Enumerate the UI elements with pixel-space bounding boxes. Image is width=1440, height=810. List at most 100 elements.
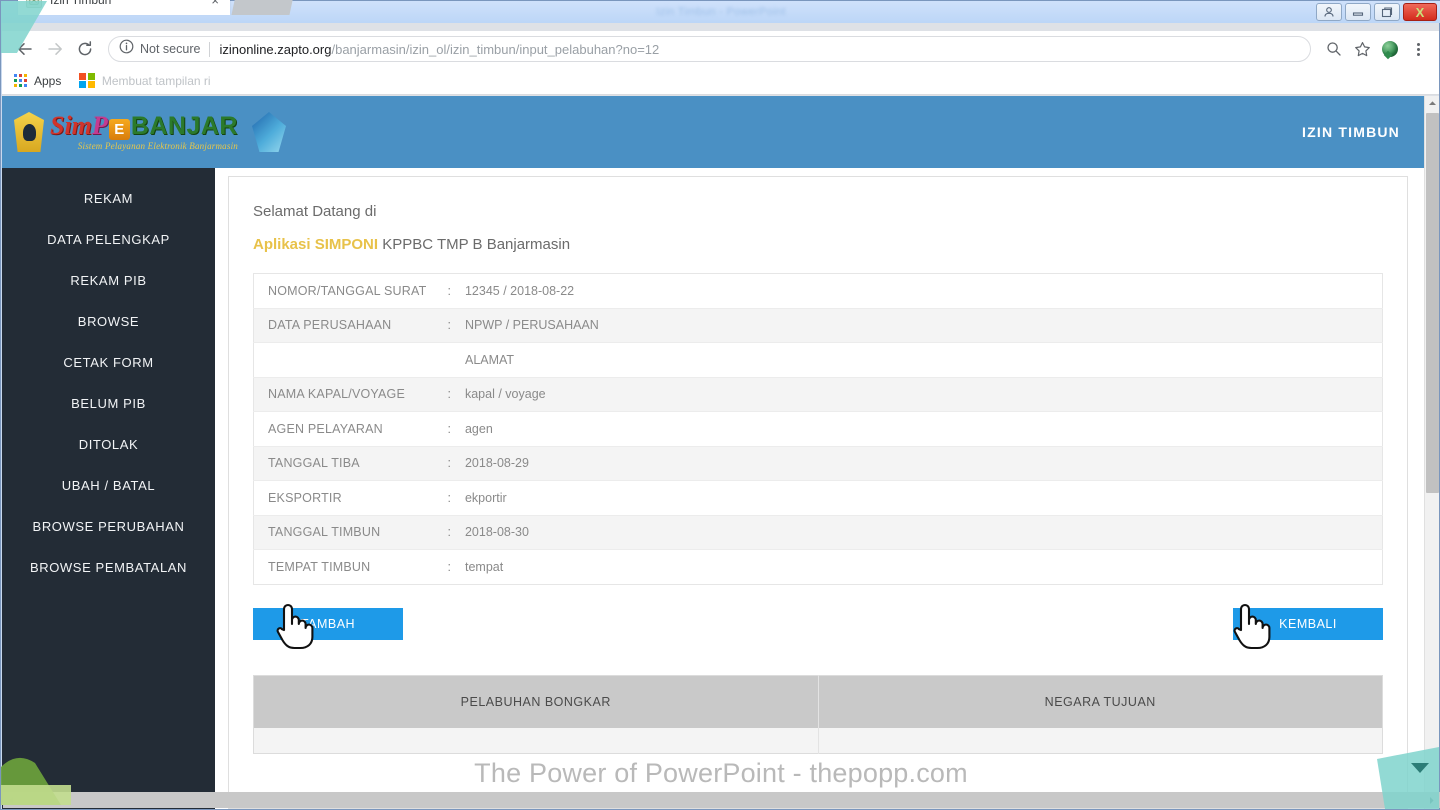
info-circle-icon[interactable] xyxy=(119,39,135,59)
row-value: 2018-08-29 xyxy=(450,445,1383,481)
sidebar-item-label: REKAM PIB xyxy=(70,273,147,288)
kembali-button[interactable]: KEMBALI xyxy=(1233,607,1383,640)
secondary-emblem-icon xyxy=(252,112,286,152)
globe-extension-icon[interactable] xyxy=(1377,36,1403,62)
sidebar-item-label: UBAH / BATAL xyxy=(61,478,156,493)
tab-title: Izin Timbun xyxy=(50,0,112,7)
sidebar-item-browse-pembatalan[interactable]: BROWSE PEMBATALAN xyxy=(2,547,215,588)
scroll-up-arrow-icon[interactable] xyxy=(1425,96,1439,111)
tambah-button[interactable]: TAMBAH xyxy=(253,607,403,640)
url-host: izinonline.zapto.org xyxy=(219,41,332,57)
scroll-right-arrow-icon[interactable] xyxy=(1423,792,1440,808)
page-scrollbar[interactable] xyxy=(1424,96,1439,809)
row-value: 12345 / 2018-08-22 xyxy=(464,283,575,298)
welcome-line: Selamat Datang di xyxy=(253,203,377,220)
row-label: EKSPORTIR xyxy=(253,480,434,515)
forward-button[interactable] xyxy=(40,34,70,64)
sidebar-item-label: DITOLAK xyxy=(78,437,139,452)
browser-window: Izin Timbun × Not secure izinonline.zapt… xyxy=(2,0,1440,809)
app-name-rest: KPPBC TMP B Banjarmasin xyxy=(378,236,571,253)
scroll-left-arrow-icon[interactable] xyxy=(3,792,20,808)
reload-button[interactable] xyxy=(70,34,100,64)
row-colon: : xyxy=(433,445,451,481)
cell-negara-tujuan xyxy=(818,728,1383,753)
table-row: TEMPAT TIMBUN : tempat xyxy=(253,549,1383,584)
browser-tabstrip: Izin Timbun × xyxy=(2,0,1439,31)
row-colon: : xyxy=(433,307,451,343)
sidebar-item-cetak-form[interactable]: CETAK FORM xyxy=(2,342,215,383)
row-label xyxy=(253,342,434,377)
row-value: ekportir xyxy=(450,480,1383,515)
table-row: EKSPORTIR : ekportir xyxy=(253,480,1383,515)
row-colon: : xyxy=(433,549,451,584)
row-colon: : xyxy=(433,514,451,550)
sidebar-item-rekam-pib[interactable]: REKAM PIB xyxy=(2,260,215,301)
sidebar-item-ditolak[interactable]: DITOLAK xyxy=(2,424,215,465)
row-colon: : xyxy=(433,376,451,412)
tab-strip-background xyxy=(231,0,295,15)
sidebar-item-browse[interactable]: BROWSE xyxy=(2,301,215,342)
table-header-row: PELABUHAN BONGKAR NEGARA TUJUAN xyxy=(253,675,1383,728)
close-tab-icon[interactable]: × xyxy=(208,0,222,8)
logo-text-e: E xyxy=(108,119,130,140)
bookmark-item[interactable]: Membuat tampilan ri xyxy=(79,72,211,89)
three-dot-menu-icon[interactable] xyxy=(1405,36,1431,62)
address-bar[interactable]: Not secure izinonline.zapto.org/banjarma… xyxy=(108,36,1311,62)
search-icon[interactable] xyxy=(1321,36,1347,62)
security-status-label: Not secure xyxy=(140,42,201,56)
cell-pelabuhan-bongkar xyxy=(253,728,819,753)
app-logo[interactable]: Sim P E BANJAR Sistem Pelayanan Elektronik … xyxy=(14,112,286,152)
table-row: AGEN PELAYARAN : agen xyxy=(253,411,1383,446)
sidebar-item-browse-perubahan[interactable]: BROWSE PERUBAHAN xyxy=(2,506,215,547)
app-name-highlight: Aplikasi SIMPONI xyxy=(253,236,379,253)
sidebar-item-label: DATA PELENGKAP xyxy=(47,232,170,247)
logo-subtitle: Sistem Pelayanan Elektronik Banjarmasin xyxy=(77,141,238,151)
apps-shortcut[interactable]: Apps xyxy=(14,74,61,88)
horizontal-scrollbar[interactable] xyxy=(3,792,1440,808)
row-value: agen xyxy=(450,411,1383,446)
logo-text-banjar: BANJAR xyxy=(130,112,238,140)
sidebar-item-label: BELUM PIB xyxy=(71,396,146,411)
sidebar-item-data-pelengkap[interactable]: DATA PELENGKAP xyxy=(2,219,215,260)
sidebar-item-belum-pib[interactable]: BELUM PIB xyxy=(2,383,215,424)
horizontal-scroll-track[interactable] xyxy=(20,792,1423,808)
row-colon xyxy=(433,342,451,377)
row-label: TANGGAL TIBA xyxy=(253,445,434,481)
scrollbar-thumb[interactable] xyxy=(1426,113,1439,493)
row-label: DATA PERUSAHAAN xyxy=(253,307,434,343)
row-label: AGEN PELAYARAN xyxy=(253,411,434,446)
table-row: NAMA KAPAL/VOYAGE : kapal / voyage xyxy=(253,376,1383,412)
logo-text-sim: Sim xyxy=(50,111,92,140)
row-value: tempat xyxy=(450,549,1383,584)
table-row: ALAMAT xyxy=(253,342,1383,377)
sidebar-nav: REKAM DATA PELENGKAP REKAM PIB BROWSE CE… xyxy=(2,168,215,809)
row-colon: : xyxy=(447,283,451,298)
bookmark-label: Membuat tampilan ri xyxy=(101,73,211,88)
table-row: TANGGAL TIMBUN : 2018-08-30 xyxy=(253,514,1383,550)
sidebar-item-label: REKAM xyxy=(83,191,134,206)
row-value: NPWP / PERUSAHAAN xyxy=(450,307,1383,343)
star-icon[interactable] xyxy=(1349,36,1375,62)
row-value: 2018-08-30 xyxy=(450,514,1383,550)
content-panel: Selamat Datang di Aplikasi SIMPONI KPPBC… xyxy=(228,176,1408,809)
table-row: NOMOR/TANGGAL SURAT : 12345 / 2018-08-22 xyxy=(253,273,1383,308)
omnibox-divider xyxy=(209,41,211,57)
sidebar-item-label: CETAK FORM xyxy=(63,355,154,370)
permit-info-table: NOMOR/TANGGAL SURAT : 12345 / 2018-08-22… xyxy=(253,273,1383,585)
app-header: Sim P E BANJAR Sistem Pelayanan Elektronik … xyxy=(2,96,1424,168)
back-button[interactable] xyxy=(10,34,40,64)
port-destination-table: PELABUHAN BONGKAR NEGARA TUJUAN xyxy=(253,674,1383,754)
logo-text-p: P xyxy=(91,111,108,140)
row-label: NOMOR/TANGGAL SURAT xyxy=(268,283,427,298)
sidebar-item-ubah-batal[interactable]: UBAH / BATAL xyxy=(2,465,215,506)
browser-tab[interactable]: Izin Timbun × xyxy=(18,0,230,15)
microsoft-logo-icon xyxy=(79,72,95,89)
main-content: Selamat Datang di Aplikasi SIMPONI KPPBC… xyxy=(215,168,1424,809)
application-name-line: Aplikasi SIMPONI KPPBC TMP B Banjarmasin xyxy=(253,236,1383,253)
table-row xyxy=(253,728,1383,753)
logo-wordmark: Sim P E BANJAR Sistem Pelayanan Elektronik … xyxy=(50,113,238,151)
sidebar-item-rekam[interactable]: REKAM xyxy=(2,178,215,219)
sidebar-item-label: BROWSE PERUBAHAN xyxy=(32,519,185,534)
row-value: kapal / voyage xyxy=(450,376,1383,412)
sidebar-item-label: BROWSE PEMBATALAN xyxy=(29,560,188,575)
